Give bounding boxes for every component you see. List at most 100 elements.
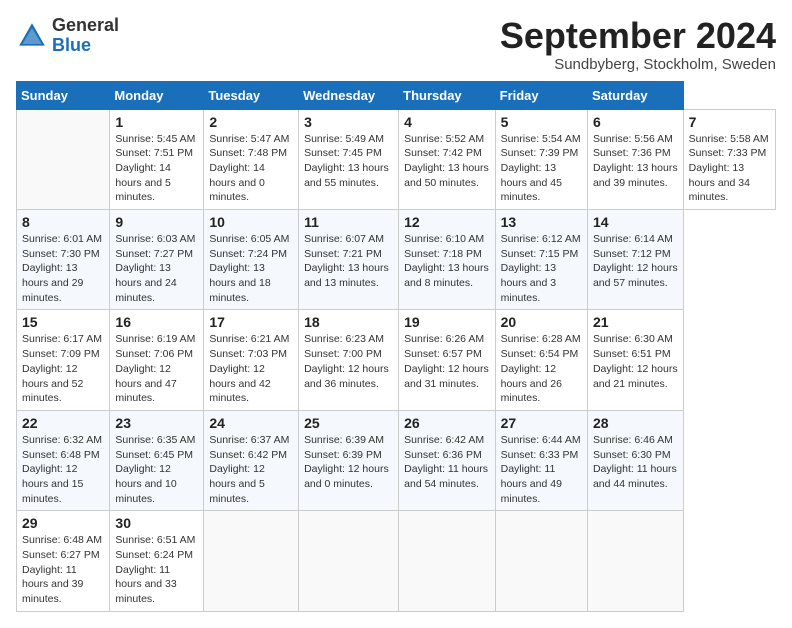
- calendar-cell: 9Sunrise: 6:03 AM Sunset: 7:27 PM Daylig…: [110, 210, 204, 310]
- calendar-cell: 6Sunrise: 5:56 AM Sunset: 7:36 PM Daylig…: [587, 109, 683, 209]
- day-info: Sunrise: 6:28 AM Sunset: 6:54 PM Dayligh…: [501, 332, 582, 405]
- calendar-cell: 24 Sunrise: 6:37 AM Sunset: 6:42 PM Dayli…: [204, 410, 299, 510]
- day-info: Sunrise: 6:23 AM Sunset: 7:00 PM Dayligh…: [304, 332, 393, 391]
- day-number: 10: [209, 214, 293, 230]
- week-row: 15 Sunrise: 6:17 AM Sunset: 7:09 PM Dayli…: [17, 310, 776, 410]
- calendar-cell: 10 Sunrise: 6:05 AM Sunset: 7:24 PM Dayli…: [204, 210, 299, 310]
- day-number: 23: [115, 415, 198, 431]
- day-number: 3: [304, 114, 393, 130]
- calendar-cell: 23 Sunrise: 6:35 AM Sunset: 6:45 PM Dayli…: [110, 410, 204, 510]
- day-info: Sunrise: 6:35 AM Sunset: 6:45 PM Dayligh…: [115, 433, 198, 506]
- day-info: Sunrise: 6:44 AM Sunset: 6:33 PM Dayligh…: [501, 433, 582, 506]
- calendar-cell: 11 Sunrise: 6:07 AM Sunset: 7:21 PM Dayli…: [299, 210, 399, 310]
- day-info: Sunrise: 5:45 AM Sunset: 7:51 PM Dayligh…: [115, 132, 198, 205]
- day-number: 26: [404, 415, 489, 431]
- calendar-cell: 15 Sunrise: 6:17 AM Sunset: 7:09 PM Dayli…: [17, 310, 110, 410]
- calendar-cell: 5 Sunrise: 5:54 AM Sunset: 7:39 PM Daylig…: [495, 109, 587, 209]
- calendar-cell: 7 Sunrise: 5:58 AM Sunset: 7:33 PM Daylig…: [683, 109, 775, 209]
- logo-icon: [16, 20, 48, 52]
- week-row: 8Sunrise: 6:01 AM Sunset: 7:30 PM Daylig…: [17, 210, 776, 310]
- day-number: 22: [22, 415, 104, 431]
- location: Sundbyberg, Stockholm, Sweden: [500, 56, 776, 73]
- day-number: 11: [304, 214, 393, 230]
- calendar-cell: 26 Sunrise: 6:42 AM Sunset: 6:36 PM Dayli…: [399, 410, 495, 510]
- day-number: 15: [22, 314, 104, 330]
- day-number: 29: [22, 515, 104, 531]
- calendar-cell: 13 Sunrise: 6:12 AM Sunset: 7:15 PM Dayli…: [495, 210, 587, 310]
- calendar-cell: [495, 511, 587, 611]
- day-number: 16: [115, 314, 198, 330]
- logo-text: General Blue: [52, 16, 119, 56]
- day-number: 17: [209, 314, 293, 330]
- calendar-cell: [587, 511, 683, 611]
- day-number: 25: [304, 415, 393, 431]
- day-info: Sunrise: 6:42 AM Sunset: 6:36 PM Dayligh…: [404, 433, 489, 492]
- page-header: General Blue September 2024 Sundbyberg, …: [16, 16, 776, 73]
- week-row: 1Sunrise: 5:45 AM Sunset: 7:51 PM Daylig…: [17, 109, 776, 209]
- day-info: Sunrise: 6:26 AM Sunset: 6:57 PM Dayligh…: [404, 332, 489, 391]
- day-number: 28: [593, 415, 678, 431]
- day-number: 7: [689, 114, 770, 130]
- day-info: Sunrise: 6:32 AM Sunset: 6:48 PM Dayligh…: [22, 433, 104, 506]
- day-info: Sunrise: 6:46 AM Sunset: 6:30 PM Dayligh…: [593, 433, 678, 492]
- day-info: Sunrise: 6:17 AM Sunset: 7:09 PM Dayligh…: [22, 332, 104, 405]
- day-number: 18: [304, 314, 393, 330]
- calendar-cell: 2Sunrise: 5:47 AM Sunset: 7:48 PM Daylig…: [204, 109, 299, 209]
- day-info: Sunrise: 5:54 AM Sunset: 7:39 PM Dayligh…: [501, 132, 582, 205]
- calendar-cell: 4 Sunrise: 5:52 AM Sunset: 7:42 PM Daylig…: [399, 109, 495, 209]
- calendar-cell: 27 Sunrise: 6:44 AM Sunset: 6:33 PM Dayli…: [495, 410, 587, 510]
- day-number: 2: [209, 114, 293, 130]
- weekday-header-row: SundayMondayTuesdayWednesdayThursdayFrid…: [17, 81, 776, 109]
- day-number: 24: [209, 415, 293, 431]
- day-info: Sunrise: 6:05 AM Sunset: 7:24 PM Dayligh…: [209, 232, 293, 305]
- day-number: 19: [404, 314, 489, 330]
- week-row: 29Sunrise: 6:48 AM Sunset: 6:27 PM Dayli…: [17, 511, 776, 611]
- day-number: 20: [501, 314, 582, 330]
- weekday-header: Wednesday: [299, 81, 399, 109]
- day-info: Sunrise: 6:07 AM Sunset: 7:21 PM Dayligh…: [304, 232, 393, 291]
- calendar-cell: 28 Sunrise: 6:46 AM Sunset: 6:30 PM Dayli…: [587, 410, 683, 510]
- calendar-cell: 29Sunrise: 6:48 AM Sunset: 6:27 PM Dayli…: [17, 511, 110, 611]
- calendar-cell: 3 Sunrise: 5:49 AM Sunset: 7:45 PM Daylig…: [299, 109, 399, 209]
- calendar-cell: 12 Sunrise: 6:10 AM Sunset: 7:18 PM Dayli…: [399, 210, 495, 310]
- day-info: Sunrise: 6:10 AM Sunset: 7:18 PM Dayligh…: [404, 232, 489, 291]
- day-info: Sunrise: 6:37 AM Sunset: 6:42 PM Dayligh…: [209, 433, 293, 506]
- calendar-cell: 19 Sunrise: 6:26 AM Sunset: 6:57 PM Dayli…: [399, 310, 495, 410]
- calendar-cell: [299, 511, 399, 611]
- calendar-cell: 30Sunrise: 6:51 AM Sunset: 6:24 PM Dayli…: [110, 511, 204, 611]
- calendar-cell: 18 Sunrise: 6:23 AM Sunset: 7:00 PM Dayli…: [299, 310, 399, 410]
- day-number: 5: [501, 114, 582, 130]
- calendar-cell: [204, 511, 299, 611]
- calendar-cell: 25Sunrise: 6:39 AM Sunset: 6:39 PM Dayli…: [299, 410, 399, 510]
- day-number: 4: [404, 114, 489, 130]
- calendar-cell: [17, 109, 110, 209]
- calendar-cell: 22 Sunrise: 6:32 AM Sunset: 6:48 PM Dayli…: [17, 410, 110, 510]
- title-block: September 2024 Sundbyberg, Stockholm, Sw…: [500, 16, 776, 73]
- weekday-header: Thursday: [399, 81, 495, 109]
- day-info: Sunrise: 6:12 AM Sunset: 7:15 PM Dayligh…: [501, 232, 582, 305]
- weekday-header: Monday: [110, 81, 204, 109]
- day-info: Sunrise: 6:01 AM Sunset: 7:30 PM Dayligh…: [22, 232, 104, 305]
- day-info: Sunrise: 6:03 AM Sunset: 7:27 PM Dayligh…: [115, 232, 198, 305]
- day-info: Sunrise: 6:19 AM Sunset: 7:06 PM Dayligh…: [115, 332, 198, 405]
- day-info: Sunrise: 5:49 AM Sunset: 7:45 PM Dayligh…: [304, 132, 393, 191]
- day-info: Sunrise: 5:58 AM Sunset: 7:33 PM Dayligh…: [689, 132, 770, 205]
- calendar-table: SundayMondayTuesdayWednesdayThursdayFrid…: [16, 81, 776, 612]
- calendar-cell: 8Sunrise: 6:01 AM Sunset: 7:30 PM Daylig…: [17, 210, 110, 310]
- day-number: 27: [501, 415, 582, 431]
- day-number: 6: [593, 114, 678, 130]
- calendar-cell: 1Sunrise: 5:45 AM Sunset: 7:51 PM Daylig…: [110, 109, 204, 209]
- day-number: 13: [501, 214, 582, 230]
- week-row: 22 Sunrise: 6:32 AM Sunset: 6:48 PM Dayli…: [17, 410, 776, 510]
- day-info: Sunrise: 6:21 AM Sunset: 7:03 PM Dayligh…: [209, 332, 293, 405]
- day-info: Sunrise: 5:52 AM Sunset: 7:42 PM Dayligh…: [404, 132, 489, 191]
- day-info: Sunrise: 6:14 AM Sunset: 7:12 PM Dayligh…: [593, 232, 678, 291]
- calendar-cell: 20 Sunrise: 6:28 AM Sunset: 6:54 PM Dayli…: [495, 310, 587, 410]
- weekday-header: Friday: [495, 81, 587, 109]
- calendar-cell: 14Sunrise: 6:14 AM Sunset: 7:12 PM Dayli…: [587, 210, 683, 310]
- day-number: 21: [593, 314, 678, 330]
- day-number: 30: [115, 515, 198, 531]
- weekday-header: Tuesday: [204, 81, 299, 109]
- day-number: 12: [404, 214, 489, 230]
- month-title: September 2024: [500, 16, 776, 56]
